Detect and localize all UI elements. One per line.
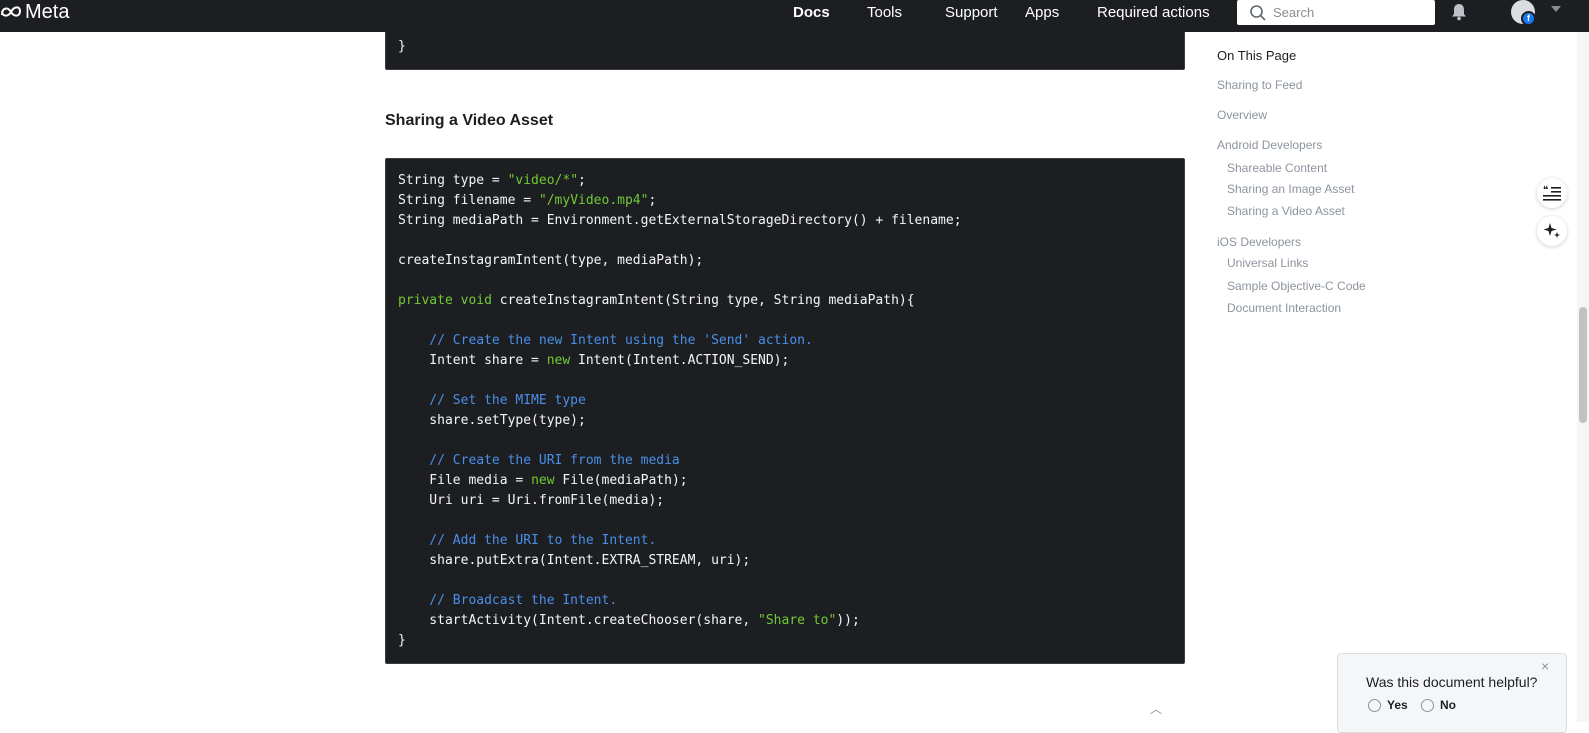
toc-item-sharing-to-feed[interactable]: Sharing to Feed [1217, 78, 1302, 92]
scroll-to-top-chevron-up-icon[interactable]: ︿ [1150, 700, 1162, 717]
ai-assist-button[interactable] [1537, 216, 1567, 246]
list-quote-icon: ❝ [1543, 185, 1561, 201]
toc-item-sample-objective-c[interactable]: Sample Objective-C Code [1227, 279, 1366, 293]
search-icon [1250, 4, 1266, 21]
sparkle-icon [1543, 223, 1560, 238]
toc-item-shareable-content[interactable]: Shareable Content [1227, 161, 1327, 175]
toc-heading: On This Page [1217, 48, 1297, 63]
radio-no[interactable] [1421, 698, 1434, 712]
nav-required-actions[interactable]: Required actions [1097, 4, 1210, 21]
account-menu-chevron-down-icon[interactable] [1551, 6, 1561, 12]
feedback-yes-option[interactable]: Yes [1368, 698, 1408, 712]
meta-logo[interactable]: Meta [0, 0, 69, 24]
toc-item-document-interaction[interactable]: Document Interaction [1227, 301, 1341, 315]
search-box[interactable] [1237, 0, 1435, 25]
code-block-video: String type = "video/*"; String filename… [385, 158, 1185, 664]
nav-support[interactable]: Support [945, 4, 998, 21]
feedback-question: Was this document helpful? [1366, 674, 1538, 690]
facebook-badge-icon: f [1521, 11, 1536, 26]
toc-item-universal-links[interactable]: Universal Links [1227, 256, 1308, 270]
meta-infinity-icon [1, 6, 22, 17]
toc-item-sharing-image-asset[interactable]: Sharing an Image Asset [1227, 182, 1354, 196]
section-heading: Sharing a Video Asset [385, 112, 554, 129]
toc-item-overview[interactable]: Overview [1217, 108, 1267, 122]
top-navigation-bar: Meta Docs Tools Support Apps Required ac… [0, 0, 1589, 32]
feedback-widget: × Was this document helpful? Yes No [1337, 653, 1567, 733]
code-closing-brace: } [398, 39, 406, 54]
radio-yes[interactable] [1368, 698, 1381, 712]
nav-tools[interactable]: Tools [867, 4, 902, 21]
toc-item-sharing-video-asset[interactable]: Sharing a Video Asset [1227, 204, 1345, 218]
page-scrollbar-thumb[interactable] [1579, 307, 1587, 423]
search-input[interactable] [1273, 5, 1423, 20]
feedback-close-icon[interactable]: × [1541, 658, 1549, 674]
toc-toggle-button[interactable]: ❝ [1537, 178, 1567, 208]
nav-docs[interactable]: Docs [793, 4, 830, 21]
logo-text: Meta [25, 0, 70, 23]
nav-apps[interactable]: Apps [1025, 4, 1059, 21]
code-content: String type = "video/*"; String filename… [398, 173, 962, 648]
svg-text:❝: ❝ [1543, 185, 1548, 196]
toc-item-android-developers[interactable]: Android Developers [1217, 138, 1322, 152]
toc-item-ios-developers[interactable]: iOS Developers [1217, 235, 1301, 249]
notification-bell-icon[interactable] [1451, 3, 1467, 21]
feedback-no-option[interactable]: No [1421, 698, 1456, 712]
